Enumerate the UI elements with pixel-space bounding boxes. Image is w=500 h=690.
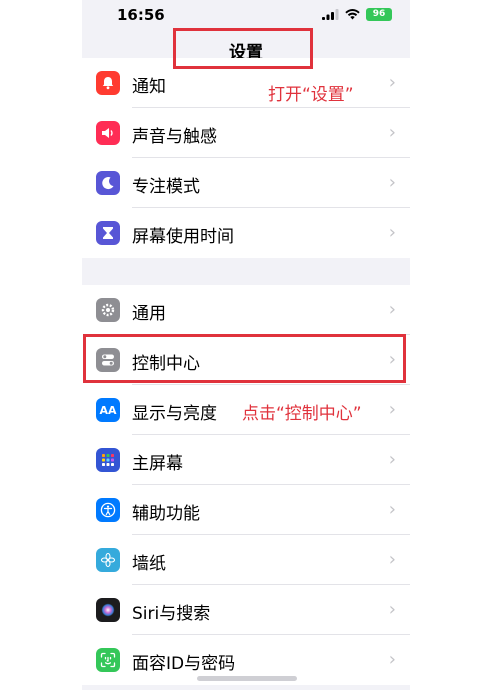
row-label: 专注模式 <box>132 177 200 197</box>
chevron-right-icon: › <box>388 72 396 93</box>
settings-row-home-screen[interactable]: 主屏幕 › <box>82 435 410 485</box>
accessibility-icon <box>96 498 120 522</box>
hourglass-icon <box>96 221 120 245</box>
siri-icon <box>96 598 120 622</box>
gear-icon <box>96 298 120 322</box>
status-time: 16:56 <box>117 6 165 24</box>
chevron-right-icon: › <box>388 649 396 670</box>
highlight-box-title <box>173 28 313 69</box>
annotation-tap-control-center: 点击“控制中心” <box>242 404 362 424</box>
chevron-right-icon: › <box>388 399 396 420</box>
highlight-box-control-center <box>83 334 406 383</box>
status-icons: 96 <box>322 8 392 21</box>
settings-row-wallpaper[interactable]: 墙纸 › <box>82 535 410 585</box>
chevron-right-icon: › <box>388 599 396 620</box>
annotation-open-settings: 打开“设置” <box>268 85 354 105</box>
row-label: 通用 <box>132 304 166 324</box>
row-label: 墙纸 <box>132 554 166 574</box>
text-size-icon: AA <box>96 398 120 422</box>
row-label: 屏幕使用时间 <box>132 227 234 247</box>
row-label: 辅助功能 <box>132 504 200 524</box>
row-label: 主屏幕 <box>132 454 183 474</box>
settings-row-siri[interactable]: Siri与搜索 › <box>82 585 410 635</box>
chevron-right-icon: › <box>388 172 396 193</box>
settings-group-1: 通知 › 声音与触感 › 专注模式 › 屏幕使用时间 › <box>82 58 410 258</box>
wifi-icon <box>345 9 360 20</box>
battery-icon: 96 <box>366 8 392 21</box>
row-label: 面容ID与密码 <box>132 654 236 674</box>
chevron-right-icon: › <box>388 449 396 470</box>
settings-row-general[interactable]: 通用 › <box>82 285 410 335</box>
chevron-right-icon: › <box>388 549 396 570</box>
settings-row-accessibility[interactable]: 辅助功能 › <box>82 485 410 535</box>
status-bar: 16:56 96 <box>82 0 410 30</box>
home-indicator <box>197 676 297 681</box>
moon-icon <box>96 171 120 195</box>
settings-row-focus[interactable]: 专注模式 › <box>82 158 410 208</box>
row-label: 声音与触感 <box>132 127 217 147</box>
chevron-right-icon: › <box>388 299 396 320</box>
settings-row-screen-time[interactable]: 屏幕使用时间 › <box>82 208 410 258</box>
row-label: Siri与搜索 <box>132 604 211 624</box>
settings-row-sounds[interactable]: 声音与触感 › <box>82 108 410 158</box>
flower-icon <box>96 548 120 572</box>
bell-icon <box>96 71 120 95</box>
row-label: 通知 <box>132 77 166 97</box>
signal-icon <box>322 9 339 20</box>
speaker-icon <box>96 121 120 145</box>
home-grid-icon <box>96 448 120 472</box>
chevron-right-icon: › <box>388 222 396 243</box>
chevron-right-icon: › <box>388 122 396 143</box>
face-id-icon <box>96 648 120 672</box>
row-label: 显示与亮度 <box>132 404 217 424</box>
chevron-right-icon: › <box>388 499 396 520</box>
